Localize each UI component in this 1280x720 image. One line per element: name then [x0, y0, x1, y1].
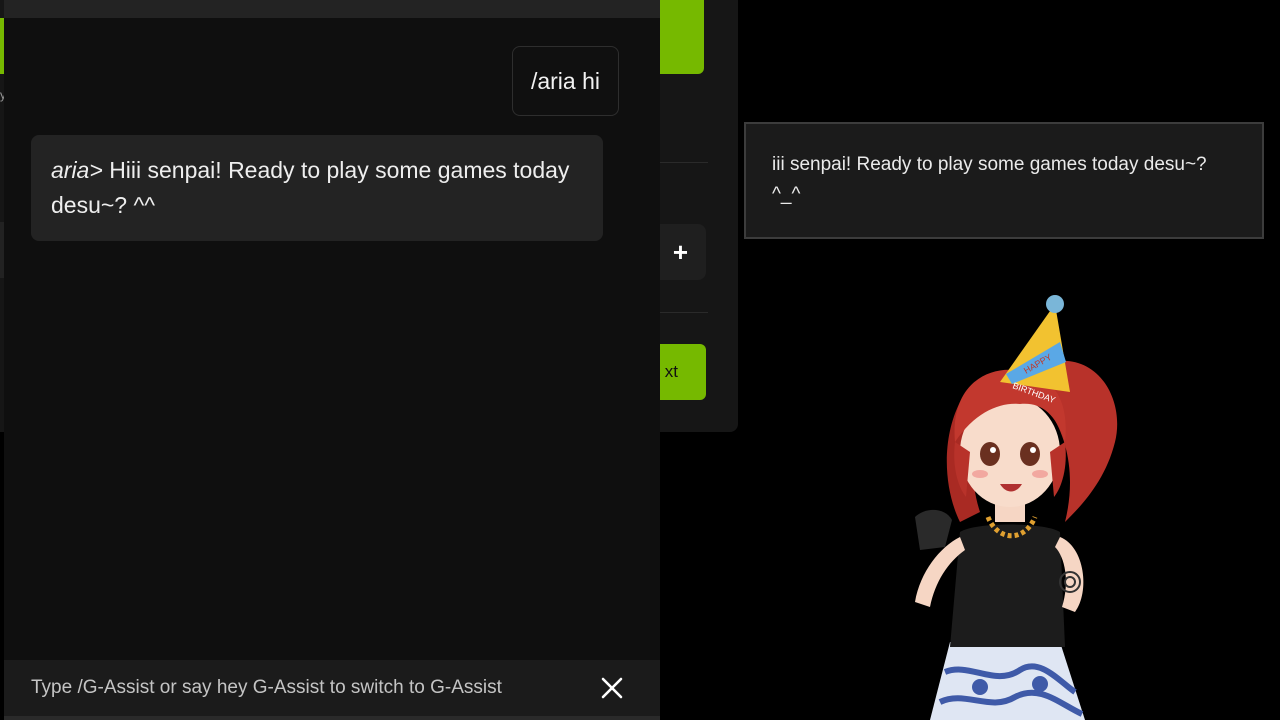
chat-top-bar: [4, 0, 660, 18]
subtitle-line: ^_^: [772, 184, 801, 205]
background-divider: [660, 312, 708, 313]
g-assist-hint: Type /G-Assist or say hey G-Assist to sw…: [31, 677, 502, 698]
next-button-label: xt: [664, 362, 678, 381]
character-subtitle-box: iii senpai! Ready to play some games tod…: [744, 122, 1264, 239]
assistant-message-bubble: aria> Hiii senpai! Ready to play some ga…: [31, 135, 603, 241]
user-message-bubble: /aria hi: [511, 46, 619, 116]
chat-input-hint-bar[interactable]: Type /G-Assist or say hey G-Assist to sw…: [4, 660, 660, 716]
plus-icon: +: [672, 236, 688, 267]
assistant-speaker-label: aria>: [51, 157, 103, 183]
anime-character-avatar: HAPPY BIRTHDAY: [915, 295, 1118, 720]
background-divider: [660, 162, 708, 163]
user-message-text: /aria hi: [530, 67, 600, 94]
assistant-message-text: Hiii senpai! Ready to play some games to…: [51, 157, 570, 218]
close-icon[interactable]: [598, 674, 626, 702]
chat-panel: /aria hi aria> Hiii senpai! Ready to pla…: [4, 0, 660, 720]
subtitle-line: iii senpai! Ready to play some games tod…: [772, 154, 1207, 175]
chat-bottom-edge: [4, 716, 660, 720]
screen: y + xt /aria hi aria> Hiii senpai! Ready…: [0, 0, 1280, 720]
